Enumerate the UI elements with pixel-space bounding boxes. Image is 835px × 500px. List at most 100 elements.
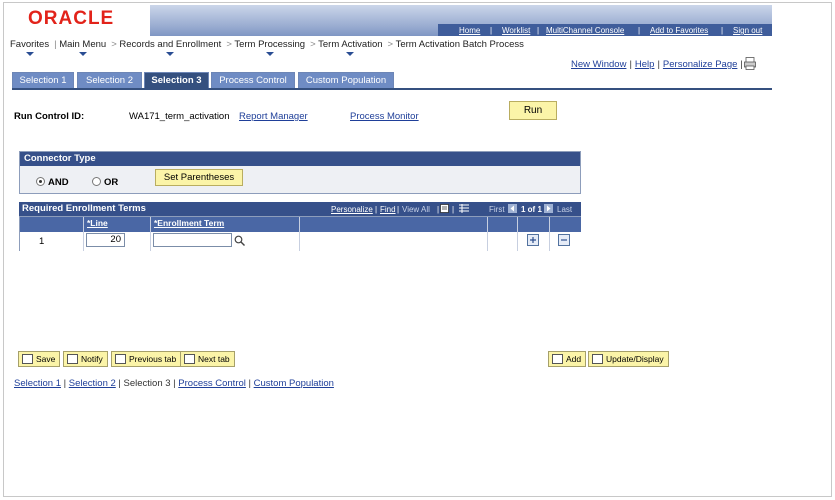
chevron-right-icon: > (310, 39, 316, 50)
separator: | (397, 205, 400, 214)
grid-col-add (518, 217, 550, 232)
new-window-link[interactable]: New Window (571, 59, 626, 70)
button-label: Update/Display (606, 354, 664, 364)
enrollment-terms-grid-header: Required Enrollment Terms Personalize | … (19, 202, 581, 216)
chevron-right-icon: > (226, 39, 232, 50)
run-control-id-value: WA171_term_activation (129, 111, 230, 122)
grid-view-icon[interactable] (459, 204, 469, 213)
grid-col-delete (550, 217, 581, 232)
chevron-right-icon: > (111, 39, 117, 50)
save-button[interactable]: Save (18, 351, 61, 367)
add-to-favorites-link[interactable]: Add to Favorites (650, 26, 708, 35)
set-parentheses-button[interactable]: Set Parentheses (155, 169, 243, 186)
footer-selection-1-link[interactable]: Selection 1 (14, 378, 61, 389)
breadcrumb-records-enrollment[interactable]: Records and Enrollment (119, 39, 222, 56)
connector-type-title: Connector Type (20, 152, 580, 166)
enrollment-term-input[interactable] (153, 233, 232, 247)
tab-selection-3[interactable]: Selection 3 (144, 72, 209, 89)
breadcrumb-term-activation[interactable]: Term Activation (318, 39, 383, 56)
row-number: 1 (39, 236, 45, 247)
breadcrumb-label: Main Menu (59, 39, 107, 50)
button-label: Previous tab (129, 354, 177, 364)
blank-cell (300, 232, 488, 251)
previous-tab-icon (115, 354, 126, 364)
process-monitor-link[interactable]: Process Monitor (350, 111, 419, 122)
multichannel-console-link[interactable]: MultiChannel Console (546, 26, 624, 35)
report-manager-link[interactable]: Report Manager (239, 111, 308, 122)
breadcrumb-main-menu[interactable]: Main Menu (59, 39, 107, 56)
update-display-button[interactable]: Update/Display (588, 351, 669, 367)
grid-last: Last (557, 205, 573, 214)
grid-col-enrollment-term[interactable]: *Enrollment Term (151, 217, 300, 232)
run-control-label: Run Control ID: (14, 111, 85, 122)
download-icon[interactable] (440, 204, 449, 213)
tab-process-control[interactable]: Process Control (211, 72, 295, 89)
worklist-link[interactable]: Worklist (502, 26, 530, 35)
page-help-links: New Window | Help | Personalize Page | (571, 59, 746, 70)
grid-col-line[interactable]: *Line (84, 217, 151, 232)
and-radio[interactable] (36, 177, 45, 186)
run-button[interactable]: Run (509, 101, 557, 120)
add-row-icon[interactable] (527, 234, 539, 246)
tab-selection-1[interactable]: Selection 1 (12, 72, 74, 89)
notify-icon (67, 354, 78, 364)
tab-label: Selection 1 (19, 75, 67, 86)
previous-tab-button[interactable]: Previous tab (111, 351, 182, 367)
footer-process-control-link[interactable]: Process Control (178, 378, 246, 389)
next-tab-button[interactable]: Next tab (180, 351, 235, 367)
and-label: AND (48, 177, 69, 188)
or-radio[interactable] (92, 177, 101, 186)
button-label: Add (566, 354, 582, 364)
next-row-icon[interactable] (544, 204, 553, 213)
grid-col-blank (300, 217, 488, 232)
grid-view-all: View All (402, 205, 430, 214)
separator: | (437, 205, 440, 214)
print-icon[interactable] (744, 57, 756, 70)
column-header-label: *Enrollment Term (154, 218, 225, 228)
breadcrumb-label: Favorites (10, 39, 50, 50)
grid-personalize-link[interactable]: Personalize (331, 205, 373, 214)
breadcrumb: Favorites | Main Menu > Records and Enroll… (10, 39, 524, 56)
separator: | (452, 205, 455, 214)
next-tab-icon (184, 354, 195, 364)
footer-selection-2-link[interactable]: Selection 2 (69, 378, 116, 389)
or-label: OR (104, 177, 119, 188)
notify-button[interactable]: Notify (63, 351, 108, 367)
separator: | (721, 26, 724, 35)
breadcrumb-term-processing[interactable]: Term Processing (234, 39, 306, 56)
dropdown-arrow-icon (166, 52, 175, 56)
tab-label: Custom Population (305, 75, 387, 86)
footer-custom-population-link[interactable]: Custom Population (254, 378, 334, 389)
lookup-icon[interactable] (234, 235, 245, 246)
dropdown-arrow-icon (265, 52, 274, 56)
home-link[interactable]: Home (459, 26, 480, 35)
separator: | (54, 39, 57, 50)
previous-row-icon[interactable] (508, 204, 517, 213)
breadcrumb-favorites[interactable]: Favorites (10, 39, 50, 56)
tab-label: Selection 3 (151, 75, 202, 86)
add-button[interactable]: Add (548, 351, 587, 367)
separator: | (657, 59, 660, 70)
tab-custom-population[interactable]: Custom Population (298, 72, 394, 89)
breadcrumb-label: Term Processing (234, 39, 306, 50)
grid-col-blank (488, 217, 518, 232)
chevron-right-icon: > (387, 39, 394, 50)
save-icon (22, 354, 33, 364)
footer-selection-3-current: Selection 3 (123, 378, 171, 389)
dropdown-arrow-icon (25, 52, 34, 56)
sign-out-link[interactable]: Sign out (733, 26, 762, 35)
button-label: Notify (81, 354, 103, 364)
grid-find-link[interactable]: Find (380, 205, 396, 214)
update-display-icon (592, 354, 603, 364)
tab-selection-2[interactable]: Selection 2 (77, 72, 142, 89)
separator: | (740, 59, 743, 70)
breadcrumb-label: Term Activation (318, 39, 383, 50)
button-label: Next tab (198, 354, 230, 364)
personalize-page-link[interactable]: Personalize Page (663, 59, 737, 70)
delete-row-icon[interactable] (558, 234, 570, 246)
breadcrumb-label: Records and Enrollment (119, 39, 222, 50)
separator: | (537, 26, 540, 35)
help-link[interactable]: Help (635, 59, 655, 70)
breadcrumb-current-page: Term Activation Batch Process (395, 39, 524, 50)
line-input[interactable]: 20 (86, 233, 125, 247)
